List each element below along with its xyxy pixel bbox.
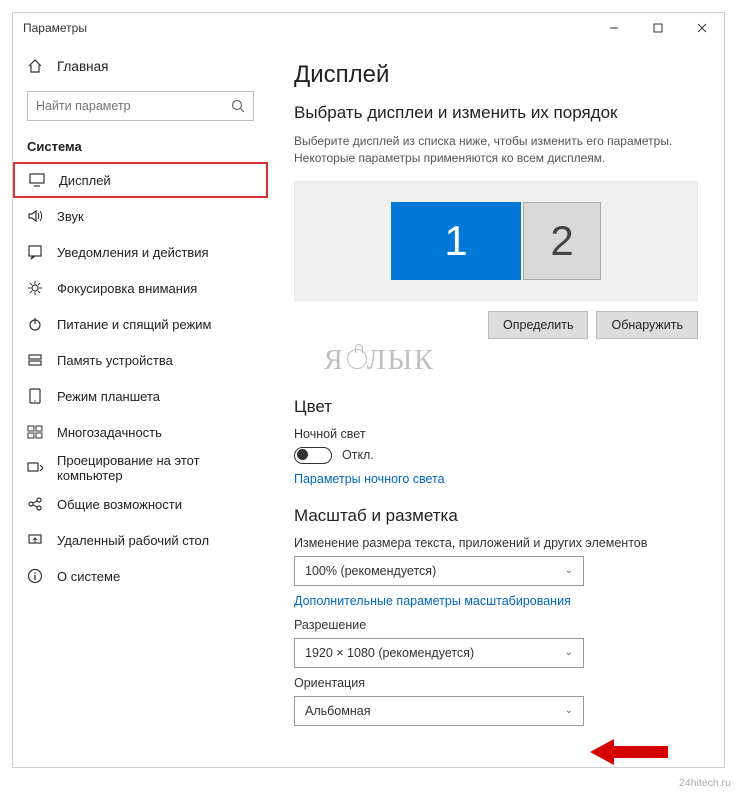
- maximize-button[interactable]: [636, 13, 680, 43]
- window-body: Главная Система Дисплей Звук Уведомления и…: [13, 43, 724, 767]
- scale-dropdown[interactable]: 100% (рекомендуется) ⌄: [294, 556, 584, 586]
- color-heading: Цвет: [294, 397, 698, 417]
- scale-label: Изменение размера текста, приложений и д…: [294, 536, 698, 550]
- remote-icon: [27, 532, 43, 548]
- toggle-knob: [297, 449, 308, 460]
- sidebar-item-label: Память устройства: [57, 353, 173, 368]
- search-box[interactable]: [27, 91, 254, 121]
- sidebar-item-label: Проецирование на этот компьютер: [57, 453, 254, 483]
- sound-icon: [27, 208, 43, 224]
- monitor-2[interactable]: 2: [523, 202, 601, 280]
- night-light-row: Откл.: [294, 447, 698, 464]
- sidebar-item-label: Удаленный рабочий стол: [57, 533, 209, 548]
- sidebar-item-6[interactable]: Режим планшета: [13, 378, 268, 414]
- content-area: Дисплей Выбрать дисплеи и изменить их по…: [268, 43, 724, 767]
- sidebar-item-4[interactable]: Питание и спящий режим: [13, 306, 268, 342]
- sidebar-item-5[interactable]: Память устройства: [13, 342, 268, 378]
- notifications-icon: [27, 244, 43, 260]
- sidebar-item-label: Общие возможности: [57, 497, 182, 512]
- watermark-text: 24hitech.ru: [679, 777, 731, 789]
- sidebar-item-label: Многозадачность: [57, 425, 162, 440]
- scale-heading: Масштаб и разметка: [294, 506, 698, 526]
- select-displays-desc: Выберите дисплей из списка ниже, чтобы и…: [294, 133, 698, 167]
- multitask-icon: [27, 424, 43, 440]
- sidebar-item-9[interactable]: Общие возможности: [13, 486, 268, 522]
- sidebar-item-8[interactable]: Проецирование на этот компьютер: [13, 450, 268, 486]
- sidebar-item-label: О системе: [57, 569, 120, 584]
- chevron-down-icon: ⌄: [565, 647, 573, 658]
- orientation-label: Ориентация: [294, 676, 698, 690]
- sidebar-item-3[interactable]: Фокусировка внимания: [13, 270, 268, 306]
- night-light-state: Откл.: [342, 448, 374, 462]
- sidebar-item-label: Фокусировка внимания: [57, 281, 197, 296]
- home-label: Главная: [57, 59, 108, 74]
- power-icon: [27, 316, 43, 332]
- home-button[interactable]: Главная: [13, 47, 268, 85]
- sidebar-item-2[interactable]: Уведомления и действия: [13, 234, 268, 270]
- search-icon: [231, 99, 245, 113]
- display-icon: [29, 172, 45, 188]
- settings-window: Параметры Главная Система Дисплей Звук Уве…: [12, 12, 725, 768]
- home-icon: [27, 58, 43, 74]
- sidebar-item-label: Режим планшета: [57, 389, 160, 404]
- close-button[interactable]: [680, 13, 724, 43]
- advanced-scaling-link[interactable]: Дополнительные параметры масштабирования: [294, 594, 698, 608]
- sidebar-item-7[interactable]: Многозадачность: [13, 414, 268, 450]
- tablet-icon: [27, 388, 43, 404]
- sidebar-item-1[interactable]: Звук: [13, 198, 268, 234]
- monitor-1[interactable]: 1: [391, 202, 521, 280]
- nav-list: Дисплей Звук Уведомления и действия Фокусир…: [13, 162, 268, 767]
- storage-icon: [27, 352, 43, 368]
- resolution-dropdown[interactable]: 1920 × 1080 (рекомендуется) ⌄: [294, 638, 584, 668]
- chevron-down-icon: ⌄: [565, 705, 573, 716]
- window-title: Параметры: [23, 21, 87, 35]
- search-input[interactable]: [36, 99, 231, 113]
- night-light-settings-link[interactable]: Параметры ночного света: [294, 472, 698, 486]
- orientation-dropdown[interactable]: Альбомная ⌄: [294, 696, 584, 726]
- detect-button[interactable]: Обнаружить: [596, 311, 698, 339]
- identify-button[interactable]: Определить: [488, 311, 588, 339]
- apple-icon: [345, 347, 367, 369]
- select-displays-heading: Выбрать дисплеи и изменить их порядок: [294, 103, 698, 123]
- display-buttons: Определить Обнаружить: [294, 311, 698, 339]
- search-wrap: [13, 85, 268, 131]
- sidebar-item-10[interactable]: Удаленный рабочий стол: [13, 522, 268, 558]
- sidebar-item-label: Звук: [57, 209, 84, 224]
- sidebar-section-title: Система: [13, 131, 268, 162]
- sidebar-item-label: Дисплей: [59, 173, 111, 188]
- watermark-logo: ЯЛЫК: [324, 345, 698, 377]
- sidebar-item-11[interactable]: О системе: [13, 558, 268, 594]
- sidebar-item-label: Уведомления и действия: [57, 245, 209, 260]
- display-arrangement[interactable]: 1 2: [294, 181, 698, 301]
- titlebar: Параметры: [13, 13, 724, 43]
- scale-value: 100% (рекомендуется): [305, 564, 436, 578]
- annotation-arrow: [590, 735, 670, 769]
- focus-icon: [27, 280, 43, 296]
- resolution-label: Разрешение: [294, 618, 698, 632]
- sidebar-item-0[interactable]: Дисплей: [13, 162, 268, 198]
- resolution-value: 1920 × 1080 (рекомендуется): [305, 646, 474, 660]
- shared-icon: [27, 496, 43, 512]
- sidebar: Главная Система Дисплей Звук Уведомления и…: [13, 43, 268, 767]
- night-light-label: Ночной свет: [294, 427, 698, 441]
- projecting-icon: [27, 460, 43, 476]
- minimize-button[interactable]: [592, 13, 636, 43]
- about-icon: [27, 568, 43, 584]
- chevron-down-icon: ⌄: [565, 565, 573, 576]
- window-controls: [592, 13, 724, 43]
- page-title: Дисплей: [294, 61, 698, 89]
- orientation-value: Альбомная: [305, 704, 370, 718]
- night-light-toggle[interactable]: [294, 447, 332, 464]
- sidebar-item-label: Питание и спящий режим: [57, 317, 211, 332]
